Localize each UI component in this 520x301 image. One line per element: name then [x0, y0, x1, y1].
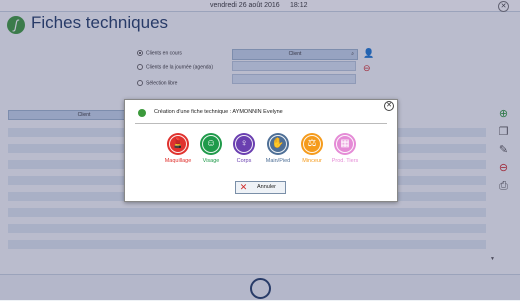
create-fiche-dialog: Création d'une fiche technique : AYMONNI… — [124, 99, 398, 202]
hand-icon: ✋ — [267, 133, 289, 155]
close-icon[interactable]: ✕ — [384, 101, 394, 111]
lipstick-icon: 💄 — [167, 133, 189, 155]
category-label: Prod. Tiers — [331, 158, 359, 164]
cancel-x-icon: ✕ — [239, 182, 248, 192]
cancel-label: Annuler — [257, 184, 276, 190]
body-icon: ♀ — [233, 133, 255, 155]
dialog-title: Création d'une fiche technique : AYMONNI… — [154, 109, 283, 115]
dialog-logo-icon — [138, 109, 146, 117]
cancel-button[interactable]: ✕ Annuler — [235, 181, 286, 194]
product-icon: ▦ — [334, 133, 356, 155]
scale-icon: ⚖ — [301, 133, 323, 155]
category-prod-tiers[interactable]: ▦ Prod. Tiers — [323, 133, 367, 164]
face-icon: ☺ — [200, 133, 222, 155]
dialog-divider — [135, 123, 387, 124]
